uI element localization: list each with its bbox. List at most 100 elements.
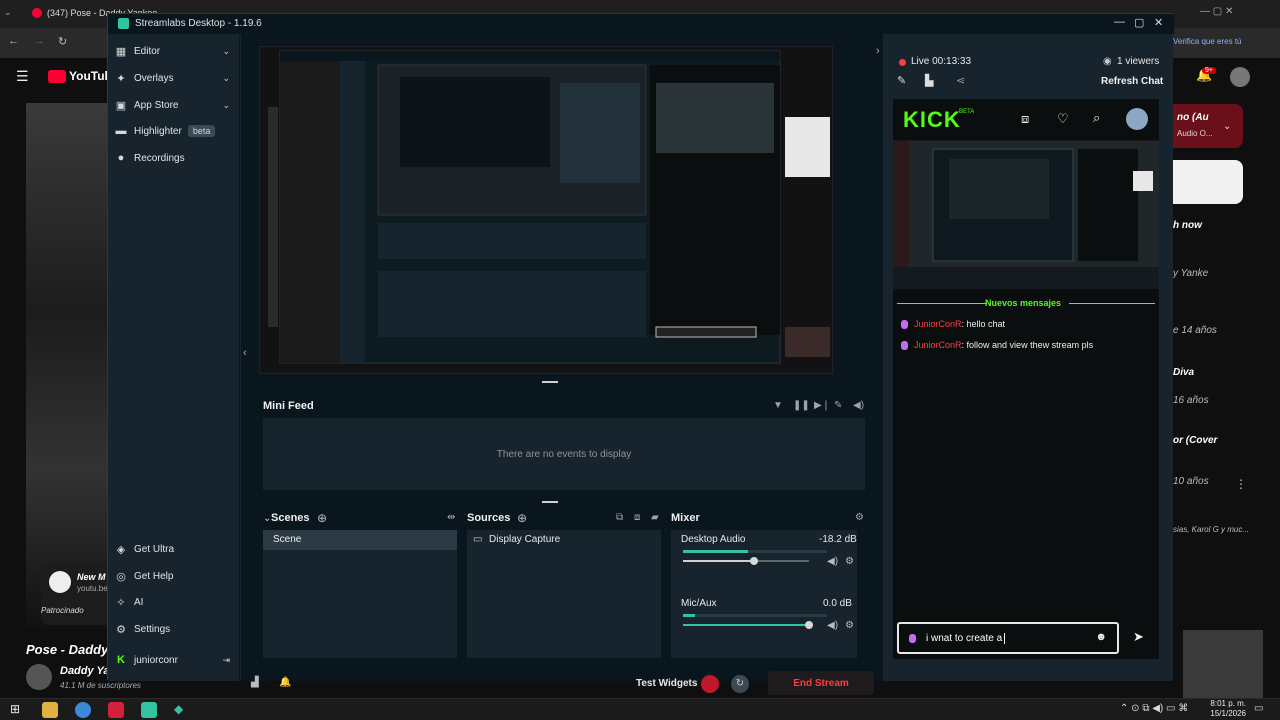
file-explorer-icon[interactable] — [42, 702, 58, 718]
sidebar-item-ai[interactable]: ✧ AI — [108, 589, 240, 615]
resize-handle[interactable] — [542, 501, 558, 503]
streamlabs-taskbar-icon[interactable] — [141, 702, 157, 718]
yt-rec-title[interactable]: Diva — [1173, 367, 1268, 378]
speaker-icon[interactable]: ◀) — [827, 620, 838, 631]
sidebar-item-settings[interactable]: ⚙ Settings — [108, 616, 240, 642]
yt-rec-title[interactable]: h now — [1173, 220, 1202, 231]
stream-thumbnail[interactable] — [893, 141, 1159, 289]
sidebar-item-app-store[interactable]: ▣ App Store ⌄ — [108, 92, 240, 118]
test-widgets-label[interactable]: Test Widgets — [636, 678, 697, 689]
pause-icon[interactable]: ❚❚ — [793, 400, 810, 411]
chat-input[interactable]: i wnat to create a ☻ — [897, 622, 1119, 654]
sidebar-item-highlighter[interactable]: ▬ Highlighter beta — [108, 118, 240, 144]
yt-rec-title[interactable]: or (Cover — [1173, 435, 1268, 446]
app-icon[interactable] — [108, 702, 124, 718]
youtube-video-player[interactable] — [26, 103, 112, 628]
chevron-down-icon[interactable]: ⌄ — [1223, 121, 1231, 132]
source-row[interactable]: Display Capture — [489, 534, 560, 545]
volume-slider[interactable] — [683, 557, 809, 565]
volume-slider-knob[interactable] — [805, 621, 813, 629]
chevron-down-icon[interactable]: ⌄ — [222, 46, 230, 57]
send-icon[interactable]: ➤ — [1133, 629, 1144, 645]
chrome-icon[interactable] — [75, 702, 91, 718]
replay-buffer-icon[interactable]: ↻ — [731, 675, 749, 693]
end-stream-button[interactable]: End Stream — [768, 671, 874, 695]
refresh-chat-button[interactable]: Refresh Chat — [1101, 76, 1163, 87]
speaker-icon[interactable]: ◀) — [827, 556, 838, 567]
record-button[interactable] — [701, 675, 719, 693]
screen-icon[interactable]: ⧉ — [616, 512, 623, 523]
reload-icon[interactable]: ↻ — [58, 35, 67, 48]
yt-white-card[interactable] — [1173, 160, 1243, 204]
channel-avatar[interactable] — [26, 664, 52, 690]
skip-icon[interactable]: ▶❘ — [814, 400, 830, 411]
resize-handle[interactable] — [542, 381, 558, 383]
share-icon[interactable]: ⋖ — [956, 74, 965, 87]
chat-message: JuniorConR : follow and view thew stream… — [901, 340, 1093, 350]
close-icon[interactable]: ✕ — [1154, 16, 1163, 29]
gear-icon[interactable]: ⚙ — [845, 620, 854, 631]
sidebar-item-overlays[interactable]: ✦ Overlays ⌄ — [108, 65, 240, 91]
notification-center-icon[interactable]: ▭ — [1254, 703, 1263, 714]
minimize-icon[interactable]: — — [1114, 16, 1125, 28]
tab-list-icon[interactable]: ⌄ — [4, 7, 20, 21]
add-source-icon[interactable]: ⊕ — [517, 511, 527, 525]
chevron-down-icon[interactable]: ⌄ — [222, 100, 230, 111]
chat-text: : hello chat — [961, 319, 1006, 329]
volume-slider[interactable] — [683, 621, 813, 629]
heart-icon[interactable]: ♡ — [1057, 111, 1069, 127]
more-options-icon[interactable]: ⋮ — [1235, 478, 1265, 540]
browser-infobar-text[interactable]: Verifica que eres tú — [1173, 37, 1241, 46]
clock-time[interactable]: 8:01 p. m. — [1200, 699, 1246, 708]
gear-icon[interactable]: ⚙ — [845, 556, 854, 567]
yt-rec-title[interactable]: y Yanke — [1173, 268, 1268, 279]
stream-preview[interactable] — [259, 46, 833, 374]
logout-icon[interactable]: ⇥ — [222, 655, 230, 666]
app-icon[interactable]: ◆ — [174, 702, 190, 718]
volume-slider-knob[interactable] — [749, 557, 758, 565]
expand-right-icon[interactable]: › — [876, 45, 880, 57]
forward-icon[interactable]: → — [34, 35, 45, 47]
gear-icon[interactable]: ⚙ — [855, 512, 864, 523]
yt-menu-icon[interactable]: ☰ — [16, 68, 29, 85]
emoji-icon[interactable]: ☻ — [1095, 631, 1107, 643]
yt-rec-highlight[interactable]: no (Au Audio O... — [1173, 104, 1243, 148]
system-tray-icons[interactable]: ⌃ ⊙ ⧉ ◀) ▭ ⌘ — [1120, 703, 1188, 714]
sidebar-item-get-ultra[interactable]: ◈ Get Ultra — [108, 536, 240, 562]
sidebar-item-user[interactable]: K juniorconr ⇥ — [108, 647, 240, 673]
user-avatar[interactable] — [1230, 67, 1250, 87]
youtube-ad-card[interactable]: New M youtu.be Patrocinado — [41, 563, 112, 625]
clock-date[interactable]: 15/1/2026 — [1200, 709, 1246, 718]
filter-icon[interactable]: ▼ — [773, 400, 783, 411]
chat-input-value[interactable]: i wnat to create a — [926, 633, 1002, 644]
maximize-icon[interactable]: ▢ — [1134, 16, 1144, 29]
browse-icon[interactable]: ⧈ — [1021, 111, 1029, 127]
chevron-down-icon[interactable]: ⌄ — [222, 73, 230, 84]
sidebar-item-recordings[interactable]: ● Recordings — [108, 145, 240, 171]
add-scene-icon[interactable]: ⊕ — [317, 511, 327, 525]
search-icon[interactable]: ⌕ — [1093, 110, 1100, 126]
avatar[interactable] — [1126, 108, 1148, 130]
scene-transitions-icon[interactable]: ⇹ — [447, 512, 455, 523]
sidebar-item-editor[interactable]: ▦ Editor ⌄ — [108, 38, 240, 64]
dashboard-icon[interactable]: ▙ — [925, 74, 933, 87]
folder-icon[interactable]: ▰ — [651, 512, 659, 523]
scene-row[interactable]: Scene — [263, 530, 457, 550]
kick-logo[interactable]: KICK — [903, 107, 961, 133]
performance-icon[interactable]: ▟ — [251, 677, 259, 688]
windows-start-icon[interactable]: ⊞ — [10, 702, 26, 718]
browser-window-controls[interactable]: — ▢ ✕ — [1200, 6, 1233, 17]
edit-stream-icon[interactable]: ✎ — [897, 74, 906, 87]
chat-username[interactable]: JuniorConR — [914, 319, 962, 329]
yt-rec-thumbnail[interactable] — [1183, 630, 1263, 698]
layers-icon[interactable]: ⧈ — [634, 512, 640, 523]
collapse-left-icon[interactable]: ‹ — [243, 347, 247, 359]
sidebar-nav: ▦ Editor ⌄ ✦ Overlays ⌄ ▣ App Store ⌄ ▬ … — [108, 34, 240, 681]
sidebar-item-get-help[interactable]: ◎ Get Help — [108, 563, 240, 589]
mute-alerts-icon[interactable]: ✎ — [834, 400, 842, 411]
volume-icon[interactable]: ◀) — [853, 400, 864, 411]
notifications-icon[interactable]: 🔔 — [279, 677, 291, 688]
sidebar-item-label: Get Help — [134, 570, 174, 582]
back-icon[interactable]: ← — [8, 35, 19, 47]
chat-username[interactable]: JuniorConR — [914, 340, 962, 350]
